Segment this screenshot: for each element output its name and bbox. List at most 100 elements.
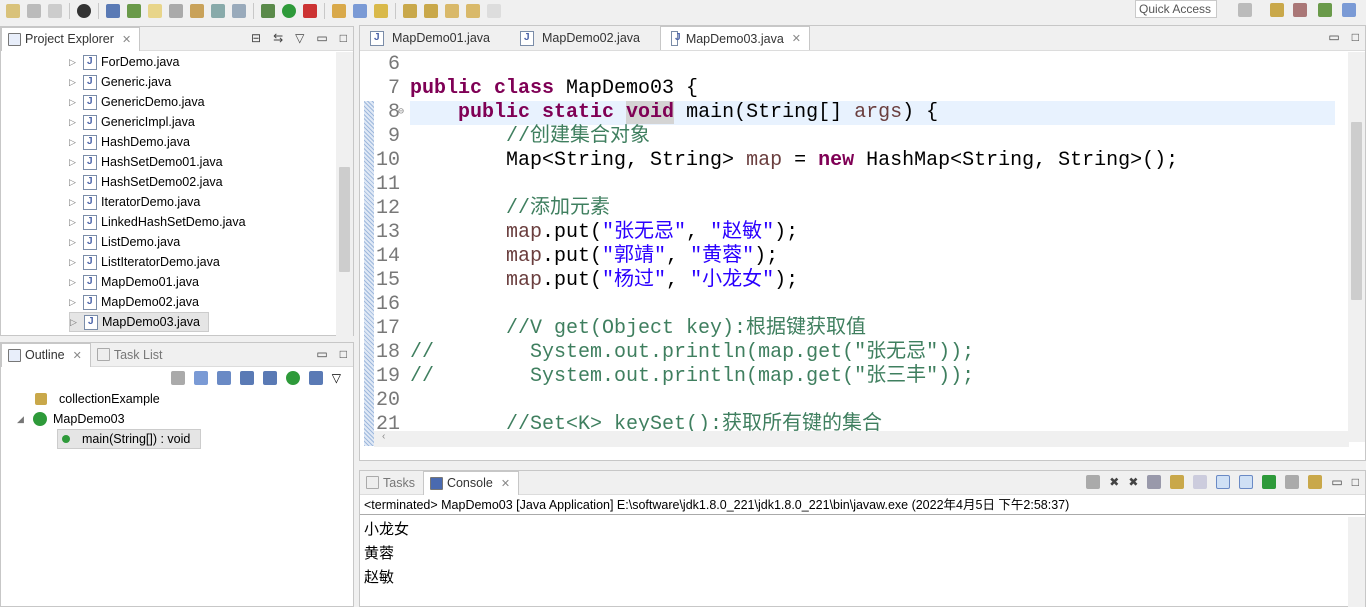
collapsed-arrow-icon[interactable]: ▷: [69, 297, 79, 308]
console-output[interactable]: 小龙女 黄蓉 赵敏: [360, 515, 1365, 590]
collapsed-arrow-icon[interactable]: ▷: [70, 317, 80, 328]
debug-icon[interactable]: [261, 4, 275, 18]
task-icon[interactable]: [190, 4, 204, 18]
search-icon[interactable]: [374, 4, 388, 18]
collapsed-arrow-icon[interactable]: ▷: [69, 77, 79, 88]
doc-icon[interactable]: [211, 4, 225, 18]
hide-static-icon[interactable]: [262, 371, 277, 385]
word-wrap-icon[interactable]: [1193, 475, 1208, 489]
collapsed-arrow-icon[interactable]: ▷: [69, 217, 79, 228]
minimize-icon[interactable]: ▭: [316, 347, 327, 361]
editor-hscrollbar[interactable]: ‹: [374, 431, 1349, 447]
maximize-icon[interactable]: □: [1352, 475, 1359, 489]
code-editor[interactable]: 6 7 public class MapDemo03 {8 ⊖ public stat…: [360, 53, 1335, 443]
file-item[interactable]: ▷ MapDemo03.java: [69, 312, 209, 332]
file-item[interactable]: ▷ HashSetDemo02.java: [69, 172, 353, 192]
save-icon[interactable]: [27, 4, 41, 18]
collapsed-arrow-icon[interactable]: ▷: [69, 257, 79, 268]
outline-package[interactable]: collectionExample: [1, 389, 353, 409]
pin-console-icon[interactable]: [1262, 475, 1277, 489]
expanded-arrow-icon[interactable]: ◢: [17, 414, 27, 425]
forward-icon[interactable]: [487, 4, 501, 18]
file-item[interactable]: ▷ MapDemo01.java: [69, 272, 353, 292]
remove-all-icon[interactable]: ✖: [1128, 475, 1138, 489]
external-tools-icon[interactable]: [303, 4, 317, 18]
close-icon[interactable]: ✕: [73, 349, 82, 362]
minimize-icon[interactable]: ▭: [1331, 475, 1342, 489]
profile-icon[interactable]: [77, 4, 91, 18]
file-item[interactable]: ▷ IteratorDemo.java: [69, 192, 353, 212]
collapse-icon[interactable]: [193, 371, 208, 385]
bug-icon[interactable]: [127, 4, 141, 18]
display-console-icon[interactable]: [1285, 475, 1300, 489]
file-item[interactable]: ▷ LinkedHashSetDemo.java: [69, 212, 353, 232]
show-stdout-icon[interactable]: [1216, 475, 1231, 489]
explorer-scrollbar[interactable]: [336, 52, 353, 336]
console-icon[interactable]: [106, 4, 120, 18]
console-scrollbar[interactable]: [1348, 517, 1365, 607]
prev-annotation-icon[interactable]: [424, 4, 438, 18]
collapsed-arrow-icon[interactable]: ▷: [69, 197, 79, 208]
outline-method[interactable]: main(String[]) : void: [57, 429, 201, 449]
collapse-all-icon[interactable]: ⊟: [251, 31, 261, 45]
paragraph-icon[interactable]: [232, 4, 246, 18]
collapsed-arrow-icon[interactable]: ▷: [69, 277, 79, 288]
clear-console-icon[interactable]: [1147, 475, 1162, 489]
remove-launch-icon[interactable]: ✖: [1109, 475, 1119, 489]
maximize-icon[interactable]: □: [340, 31, 347, 45]
hide-nonpublic-icon[interactable]: [285, 371, 300, 385]
next-annotation-icon[interactable]: [403, 4, 417, 18]
tab-console[interactable]: Console ✕: [422, 470, 520, 495]
outline-class[interactable]: ◢ MapDemo03: [1, 409, 353, 429]
maximize-icon[interactable]: □: [1352, 30, 1359, 44]
open-perspective-icon[interactable]: [1238, 3, 1252, 17]
maximize-icon[interactable]: □: [340, 347, 347, 361]
run-icon[interactable]: [282, 4, 296, 18]
tab-task-list[interactable]: Task List: [91, 343, 171, 367]
file-item[interactable]: ▷ ListIteratorDemo.java: [69, 252, 353, 272]
file-item[interactable]: ▷ ListDemo.java: [69, 232, 353, 252]
edit-icon[interactable]: [148, 4, 162, 18]
git-perspective-icon[interactable]: [1342, 3, 1356, 17]
collapsed-arrow-icon[interactable]: ▷: [69, 97, 79, 108]
file-item[interactable]: ▷ HashDemo.java: [69, 132, 353, 152]
fold-icon[interactable]: ⊖: [398, 101, 404, 125]
collapsed-arrow-icon[interactable]: ▷: [69, 57, 79, 68]
collapsed-arrow-icon[interactable]: ▷: [69, 117, 79, 128]
back-icon[interactable]: [445, 4, 459, 18]
collapsed-arrow-icon[interactable]: ▷: [69, 137, 79, 148]
file-item[interactable]: ▷ GenericDemo.java: [69, 92, 353, 112]
back-arrow-icon[interactable]: [466, 4, 480, 18]
tab-tasks[interactable]: Tasks: [360, 471, 423, 495]
file-item[interactable]: ▷ HashSetDemo01.java: [69, 152, 353, 172]
quick-access-input[interactable]: Quick Access: [1135, 0, 1217, 18]
minimize-icon[interactable]: ▭: [1328, 30, 1339, 44]
editor-tab[interactable]: MapDemo01.java: [360, 26, 510, 50]
show-stderr-icon[interactable]: [1239, 475, 1254, 489]
scroll-lock-icon[interactable]: [1170, 475, 1185, 489]
minimize-icon[interactable]: ▭: [316, 31, 327, 45]
terminate-icon[interactable]: [1086, 475, 1101, 489]
tab-outline[interactable]: Outline ✕: [1, 342, 91, 367]
open-task-icon[interactable]: [353, 4, 367, 18]
open-console-icon[interactable]: [1308, 475, 1323, 489]
tool-icon[interactable]: [169, 4, 183, 18]
view-menu-icon[interactable]: ▽: [332, 371, 341, 389]
close-icon[interactable]: ✕: [122, 33, 131, 46]
save-all-icon[interactable]: [48, 4, 62, 18]
open-type-icon[interactable]: [332, 4, 346, 18]
java-ee-perspective-icon[interactable]: [1270, 3, 1284, 17]
close-icon[interactable]: ✕: [792, 32, 801, 45]
file-item[interactable]: ▷ MapDemo02.java: [69, 292, 353, 312]
file-item[interactable]: ▷ GenericImpl.java: [69, 112, 353, 132]
tab-project-explorer[interactable]: Project Explorer ✕: [1, 26, 141, 51]
java-perspective-icon[interactable]: [1293, 3, 1307, 17]
close-icon[interactable]: ✕: [501, 477, 510, 490]
collapsed-arrow-icon[interactable]: ▷: [69, 157, 79, 168]
editor-tab[interactable]: MapDemo02.java: [510, 26, 660, 50]
hide-local-types-icon[interactable]: [308, 371, 323, 385]
link-editor-icon[interactable]: ⇆: [273, 31, 283, 45]
collapsed-arrow-icon[interactable]: ▷: [69, 177, 79, 188]
editor-tab[interactable]: MapDemo03.java✕: [660, 26, 810, 50]
editor-vscrollbar[interactable]: [1348, 52, 1365, 442]
